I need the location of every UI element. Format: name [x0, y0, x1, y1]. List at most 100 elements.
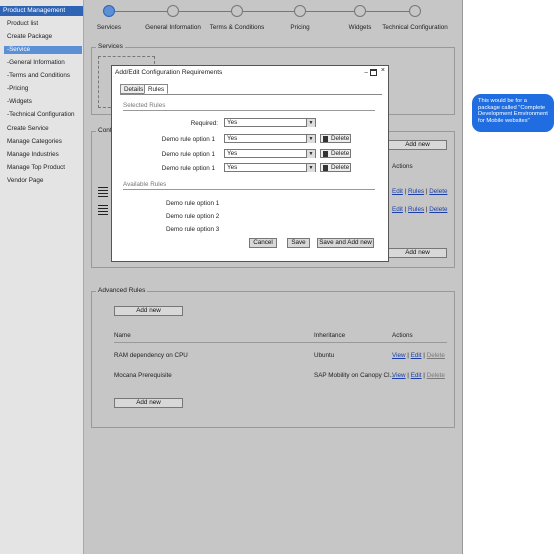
- wizard-step-terms-marker[interactable]: [231, 5, 243, 17]
- configuration-requirements-dialog: Add/Edit Configuration Requirements – × …: [111, 65, 389, 262]
- rule-select-value: Yes: [227, 135, 238, 142]
- drag-handle-icon[interactable]: [98, 205, 108, 217]
- sidebar-item-technical-configuration[interactable]: -Technical Configuration: [7, 111, 75, 119]
- minimize-icon[interactable]: –: [364, 69, 368, 76]
- tab-strip-border: [120, 94, 382, 95]
- chevron-down-icon: ▼: [306, 119, 315, 127]
- available-rules-divider: [123, 189, 375, 190]
- advanced-header-actions: Actions: [392, 332, 413, 339]
- wizard-step-technical-configuration-label: Technical Configuration: [382, 24, 448, 31]
- services-panel-legend: Services: [96, 43, 125, 50]
- advanced-row-edit-link[interactable]: Edit: [411, 352, 422, 359]
- trash-icon: [323, 165, 328, 171]
- sidebar-item-vendor-page[interactable]: Vendor Page: [7, 177, 43, 185]
- rule-delete-label: Delete: [331, 150, 350, 157]
- rule-label: Demo rule option 1: [161, 165, 215, 172]
- config-row-edit-link[interactable]: Edit: [392, 188, 403, 195]
- advanced-row-name: RAM dependency on CPU: [114, 352, 188, 359]
- config-row-delete-link[interactable]: Delete: [429, 188, 447, 195]
- sidebar-item-manage-industries[interactable]: Manage Industries: [7, 151, 59, 159]
- sidebar-item-general-information[interactable]: -General Information: [7, 59, 65, 67]
- config-row-edit-link[interactable]: Edit: [392, 206, 403, 213]
- rule-select-value: Yes: [227, 164, 238, 171]
- rule-delete-button[interactable]: Delete: [320, 163, 351, 172]
- rule-label: Demo rule option 1: [161, 136, 215, 143]
- advanced-row-delete-link[interactable]: Delete: [427, 352, 445, 359]
- config-add-new-top-button[interactable]: Add new: [388, 140, 447, 150]
- advanced-row-actions: View | Edit | Delete: [392, 352, 445, 359]
- tab-rules[interactable]: Rules: [144, 84, 169, 94]
- required-select-value: Yes: [227, 119, 238, 126]
- selected-rules-divider: [123, 110, 375, 111]
- cancel-button[interactable]: Cancel: [249, 238, 277, 248]
- advanced-add-new-top-button[interactable]: Add new: [114, 306, 183, 316]
- advanced-row-delete-link[interactable]: Delete: [427, 372, 445, 379]
- sidebar-item-service[interactable]: -Service: [4, 46, 82, 54]
- selected-rules-heading: Selected Rules: [123, 102, 166, 109]
- config-row-rules-link[interactable]: Rules: [408, 188, 424, 195]
- advanced-row-inheritance: Ubuntu: [314, 352, 335, 359]
- sidebar-item-widgets[interactable]: -Widgets: [7, 98, 32, 106]
- rule-delete-label: Delete: [331, 135, 350, 142]
- wizard-step-pricing-marker[interactable]: [294, 5, 306, 17]
- rule-delete-button[interactable]: Delete: [320, 149, 351, 158]
- advanced-row-inheritance: SAP Mobility on Canopy Cl...: [314, 372, 395, 379]
- rule-label: Demo rule option 1: [161, 151, 215, 158]
- advanced-row-edit-link[interactable]: Edit: [411, 372, 422, 379]
- available-rule-item[interactable]: Demo rule option 1: [166, 200, 219, 207]
- available-rule-item[interactable]: Demo rule option 2: [166, 213, 219, 220]
- trash-icon: [323, 136, 328, 142]
- drag-handle-icon[interactable]: [98, 187, 108, 199]
- dialog-title: Add/Edit Configuration Requirements: [115, 69, 223, 76]
- sidebar-item-product-list[interactable]: Product list: [7, 20, 38, 28]
- config-row-rules-link[interactable]: Rules: [408, 206, 424, 213]
- annotation-note: This would be for a package called "Comp…: [472, 94, 554, 132]
- wizard-step-general-information-marker[interactable]: [167, 5, 179, 17]
- advanced-header-divider: [114, 342, 447, 343]
- required-label: Required:: [190, 120, 218, 127]
- save-button[interactable]: Save: [287, 238, 310, 248]
- rule-delete-label: Delete: [331, 164, 350, 171]
- save-and-add-new-button[interactable]: Save and Add new: [317, 238, 374, 248]
- advanced-rules-legend: Advanced Rules: [96, 287, 148, 294]
- config-row-actions: Edit | Rules | Delete: [392, 206, 448, 213]
- wizard-step-services-marker[interactable]: [103, 5, 115, 17]
- sidebar-section-product-management[interactable]: Product Management: [0, 6, 83, 16]
- advanced-add-new-bottom-button[interactable]: Add new: [114, 398, 183, 408]
- advanced-row-view-link[interactable]: View: [392, 352, 406, 359]
- config-actions-header: Actions: [392, 163, 413, 170]
- trash-icon: [323, 151, 328, 157]
- available-rule-item[interactable]: Demo rule option 3: [166, 226, 219, 233]
- chevron-down-icon: ▼: [306, 164, 315, 172]
- sidebar-item-terms-and-conditions[interactable]: -Terms and Conditions: [7, 72, 70, 80]
- chevron-down-icon: ▼: [306, 135, 315, 143]
- advanced-row-view-link[interactable]: View: [392, 372, 406, 379]
- close-icon[interactable]: ×: [381, 67, 385, 74]
- rule-select-value: Yes: [227, 150, 238, 157]
- annotation-area: [463, 0, 554, 554]
- rule-select[interactable]: Yes ▼: [224, 134, 316, 143]
- config-add-new-bottom-button[interactable]: Add new: [388, 248, 447, 258]
- advanced-row-name: Mocana Prerequisite: [114, 372, 172, 379]
- rule-select[interactable]: Yes ▼: [224, 163, 316, 172]
- advanced-row-actions: View | Edit | Delete: [392, 372, 445, 379]
- rule-select[interactable]: Yes ▼: [224, 149, 316, 158]
- wizard-step-technical-configuration-marker[interactable]: [409, 5, 421, 17]
- sidebar-item-pricing[interactable]: -Pricing: [7, 85, 28, 93]
- available-rules-heading: Available Rules: [123, 181, 167, 188]
- wizard-step-widgets-marker[interactable]: [354, 5, 366, 17]
- config-row-actions: Edit | Rules | Delete: [392, 188, 448, 195]
- chevron-down-icon: ▼: [306, 150, 315, 158]
- advanced-header-inheritance: Inheritance: [314, 332, 346, 339]
- sidebar: Product Management Product list Create P…: [0, 0, 84, 554]
- maximize-icon[interactable]: [370, 69, 377, 76]
- rule-delete-button[interactable]: Delete: [320, 134, 351, 143]
- config-row-delete-link[interactable]: Delete: [429, 206, 447, 213]
- sidebar-item-create-package[interactable]: Create Package: [7, 33, 52, 41]
- sidebar-item-create-service[interactable]: Create Service: [7, 125, 49, 133]
- sidebar-item-manage-top-product[interactable]: Manage Top Product: [7, 164, 65, 172]
- wizard-line: [112, 11, 416, 12]
- required-select[interactable]: Yes ▼: [224, 118, 316, 127]
- advanced-header-name: Name: [114, 332, 131, 339]
- sidebar-item-manage-categories[interactable]: Manage Categories: [7, 138, 62, 146]
